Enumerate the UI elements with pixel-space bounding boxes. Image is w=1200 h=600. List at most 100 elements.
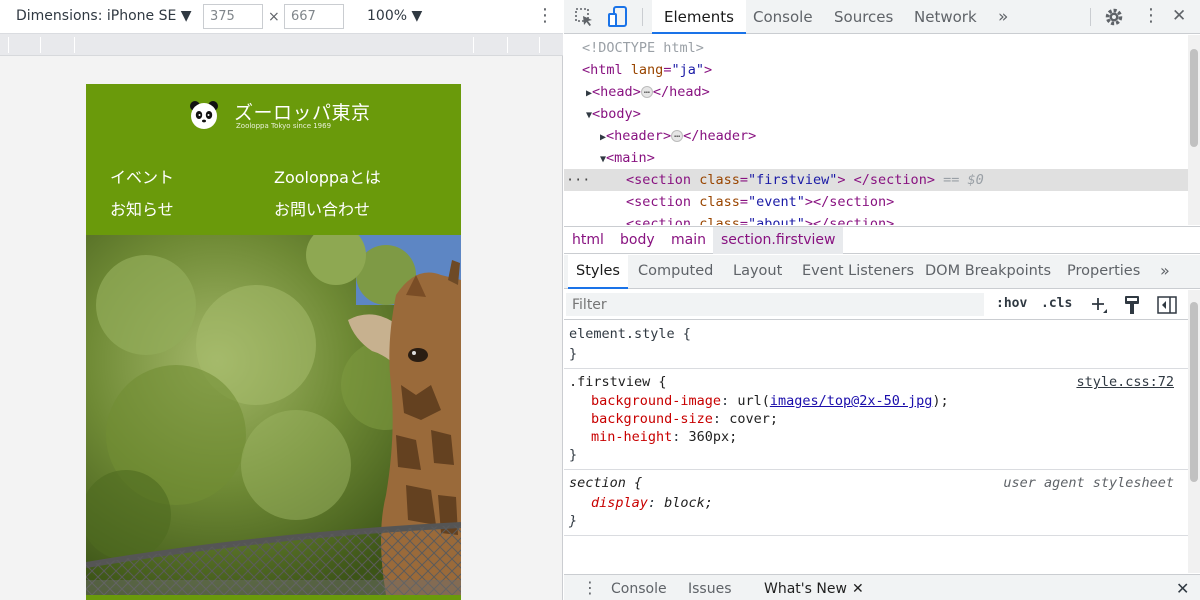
collapsed-ellipsis[interactable]: … <box>640 86 653 98</box>
width-input[interactable]: 375 <box>203 4 263 29</box>
scrollbar-thumb[interactable] <box>1190 49 1198 147</box>
ruler-tick <box>539 37 540 53</box>
dom-tree-scrollbar[interactable] <box>1188 35 1200 225</box>
decl-background-size[interactable]: background-size: cover; <box>591 410 778 428</box>
paint-brush-icon[interactable] <box>1123 295 1141 315</box>
toolbar-divider <box>642 8 643 26</box>
hov-toggle[interactable]: :hov <box>996 296 1027 311</box>
dom-line-doctype[interactable]: <!DOCTYPE html> <box>564 37 1188 59</box>
prop-name: min-height <box>591 429 673 445</box>
tab-properties[interactable]: Properties <box>1059 255 1148 289</box>
inspect-element-icon[interactable] <box>574 7 594 27</box>
tab-styles[interactable]: Styles <box>568 255 628 289</box>
html-tag: html <box>590 62 623 78</box>
close-devtools-icon[interactable]: ✕ <box>1172 6 1186 26</box>
rule-firstview[interactable]: .firstview { style.css:72 background-ima… <box>564 369 1188 470</box>
more-subtabs-icon[interactable]: » <box>1152 255 1178 289</box>
times-sign: × <box>268 9 280 25</box>
breadcrumb-section-firstview[interactable]: section.firstview <box>713 227 844 254</box>
scrollbar-thumb[interactable] <box>1190 302 1198 482</box>
drawer-menu-icon[interactable]: ⋮ <box>582 574 598 600</box>
dom-line-about[interactable]: <section class="about"></section> <box>564 213 1188 225</box>
decl-display[interactable]: display: block; <box>591 494 713 512</box>
row-menu-icon[interactable]: ··· <box>566 169 590 191</box>
prop-name: display <box>591 495 648 511</box>
tab-dom-breakpoints[interactable]: DOM Breakpoints <box>917 255 1059 289</box>
firstview-selector[interactable]: .firstview { <box>569 373 667 391</box>
more-tabs-icon[interactable]: » <box>986 0 1020 34</box>
nav-contact[interactable]: お問い合わせ <box>274 196 370 220</box>
styles-scrollbar[interactable] <box>1188 290 1200 573</box>
nav-event[interactable]: イベント <box>110 164 174 188</box>
dom-line-head[interactable]: ▶<head>… </head> <box>564 81 1188 103</box>
tab-layout[interactable]: Layout <box>725 255 790 289</box>
toggle-sidebar-icon[interactable] <box>1157 296 1177 314</box>
tab-elements[interactable]: Elements <box>652 0 746 34</box>
class-value-firstview: "firstview" <box>747 172 838 188</box>
new-style-rule-icon[interactable] <box>1090 296 1108 314</box>
dom-line-firstview-selected[interactable]: ··· <section class="firstview"> </section… <box>564 169 1188 191</box>
tab-network[interactable]: Network <box>902 0 989 34</box>
height-input[interactable]: 667 <box>284 4 344 29</box>
drawer-tab-whats-new[interactable]: What's New <box>764 575 847 600</box>
more-options-icon[interactable]: ⋮ <box>536 5 554 26</box>
dom-line-main[interactable]: ▼<main> <box>564 147 1188 169</box>
drawer-tabbar: ⋮ Console Issues What's New ✕ ✕ <box>564 574 1200 600</box>
prop-name: background-size <box>591 411 713 427</box>
section-tag: section <box>634 194 692 210</box>
breadcrumb-body[interactable]: body <box>612 227 663 254</box>
collapsed-ellipsis[interactable]: … <box>671 130 684 142</box>
styles-filter-input[interactable] <box>566 293 984 316</box>
emulated-viewport: ズーロッパ東京 Zooloppa Tokyo since 1969 イベント Z… <box>86 84 461 600</box>
settings-gear-icon[interactable] <box>1104 7 1124 27</box>
device-select[interactable]: Dimensions: iPhone SE ▼ <box>16 8 192 24</box>
close-drawer-icon[interactable]: ✕ <box>1176 575 1189 600</box>
element-style-selector[interactable]: element.style { <box>569 325 691 343</box>
breadcrumb-main[interactable]: main <box>663 227 714 254</box>
section-close-tag: section <box>869 172 927 188</box>
dom-line-html[interactable]: <html lang="ja"> <box>564 59 1188 81</box>
decl-background-image[interactable]: background-image: url(images/top@2x-50.j… <box>591 392 949 410</box>
style-source-link[interactable]: style.css:72 <box>1076 373 1174 391</box>
rule-section-ua[interactable]: section { user agent stylesheet display:… <box>564 470 1188 536</box>
rule-element-style[interactable]: element.style { } <box>564 321 1188 369</box>
tab-computed[interactable]: Computed <box>630 255 721 289</box>
dom-tree[interactable]: <!DOCTYPE html> <html lang="ja"> ▶<head>… <box>564 35 1188 225</box>
zoom-select[interactable]: 100% ▼ <box>367 8 422 24</box>
ruler-tick <box>507 37 508 53</box>
close-tab-icon[interactable]: ✕ <box>852 575 864 600</box>
hero-giraffe-image <box>86 235 461 595</box>
devtools-panel: Elements Console Sources Network » ⋮ ✕ <… <box>564 0 1200 600</box>
section-selector[interactable]: section { <box>569 474 642 492</box>
class-value-event: "event" <box>747 194 805 210</box>
class-value-about: "about" <box>747 216 805 225</box>
nav-about[interactable]: Zooloppaとは <box>274 164 381 188</box>
customize-menu-icon[interactable]: ⋮ <box>1142 5 1160 26</box>
section-close-tag: section <box>829 194 887 210</box>
drawer-tab-console[interactable]: Console <box>611 575 667 600</box>
media-query-ruler[interactable] <box>0 34 563 56</box>
class-attr: class <box>699 216 740 225</box>
dom-line-body[interactable]: ▼<body> <box>564 103 1188 125</box>
prop-value: cover; <box>729 411 778 427</box>
styles-pane[interactable]: element.style { } .firstview { style.css… <box>564 321 1188 573</box>
dom-line-event[interactable]: <section class="event"></section> <box>564 191 1188 213</box>
nav-news[interactable]: お知らせ <box>110 196 174 220</box>
device-toolbar: Dimensions: iPhone SE ▼ 375 × 667 100% ▼… <box>0 0 563 34</box>
tab-event-listeners[interactable]: Event Listeners <box>794 255 922 289</box>
html-attr: lang <box>630 62 664 78</box>
tab-console[interactable]: Console <box>741 0 825 34</box>
image-url-link[interactable]: images/top@2x-50.jpg <box>770 393 933 409</box>
dom-line-header[interactable]: ▶<header>… </header> <box>564 125 1188 147</box>
drawer-tab-issues[interactable]: Issues <box>688 575 732 600</box>
prop-value: url( <box>737 393 770 409</box>
site-title[interactable]: ズーロッパ東京 <box>234 98 371 125</box>
decl-min-height[interactable]: min-height: 360px; <box>591 428 737 446</box>
rule-close-brace: } <box>569 513 578 529</box>
device-toolbar-toggle-icon[interactable] <box>608 6 628 28</box>
toolbar-divider <box>1090 8 1091 26</box>
tab-sources[interactable]: Sources <box>822 0 905 34</box>
device-emulation-pane: Dimensions: iPhone SE ▼ 375 × 667 100% ▼… <box>0 0 563 600</box>
breadcrumb-html[interactable]: html <box>564 227 612 254</box>
cls-toggle[interactable]: .cls <box>1041 296 1072 311</box>
